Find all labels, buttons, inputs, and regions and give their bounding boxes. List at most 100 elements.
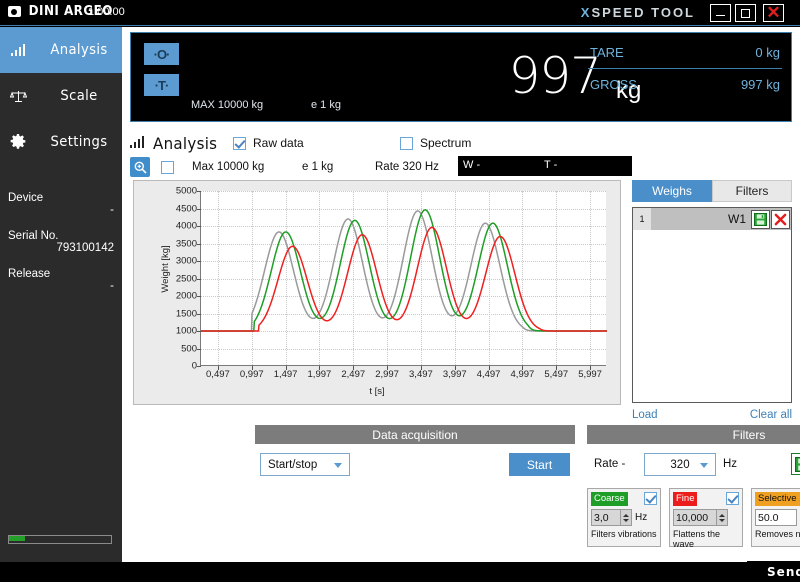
row-index: 1	[633, 208, 651, 230]
minimize-button[interactable]	[710, 4, 731, 22]
y-axis-tick-label: 3500	[176, 238, 197, 249]
raw-data-checkbox[interactable]	[233, 137, 246, 150]
chart-division-label: e 1 kg	[302, 161, 333, 173]
spinner-down-icon	[623, 519, 629, 522]
filter-card-description: Flattens the wave	[673, 529, 739, 549]
filter-card-coarse[interactable]: Coarse 3,0 Hz Filters vibrations	[587, 488, 661, 547]
t-readout: T -	[544, 159, 557, 171]
minimize-icon	[716, 15, 725, 16]
axis-tick-mark	[197, 366, 201, 367]
clear-all-link[interactable]: Clear all	[750, 409, 792, 421]
filter-value-input[interactable]: 10,000	[673, 509, 717, 526]
weight-value: 997	[361, 47, 601, 105]
filter-rate-label: Rate -	[594, 458, 625, 470]
maximize-button[interactable]	[735, 4, 756, 22]
release-label: Release	[8, 268, 114, 280]
filter-rate-unit: Hz	[723, 458, 737, 470]
filter-card-checkbox[interactable]	[644, 492, 657, 505]
filter-value-input[interactable]: 3,0	[591, 509, 621, 526]
spinner-stepper[interactable]	[621, 509, 632, 526]
spectrum-label: Spectrum	[420, 136, 471, 150]
spectrum-checkbox[interactable]	[400, 137, 413, 150]
filter-card-description: Removes noise	[755, 529, 800, 539]
app-title-x: X	[581, 5, 592, 20]
x-axis-tick-label: 4,997	[511, 369, 535, 380]
chart-plot-area[interactable]: 0500100015002000250030003500400045005000…	[200, 191, 606, 366]
analysis-header: Analysis Raw data Spectrum	[130, 131, 792, 155]
weighs-filters-tabs: Weighs Filters	[632, 180, 792, 202]
filter-card-header: Coarse	[591, 492, 657, 506]
serial-label: Serial No.	[8, 230, 114, 242]
tare-button[interactable]: ·T·	[144, 74, 179, 96]
filter-card-title: Selective 1	[755, 492, 800, 506]
filter-card-value-row: 50.0 Hz	[755, 509, 800, 526]
data-acquisition-panel: Data acquisition Start/stop Start	[255, 425, 575, 444]
filter-card-header: Fine	[673, 492, 739, 506]
filter-card-checkbox[interactable]	[726, 492, 739, 505]
tab-weighs[interactable]: Weighs	[632, 180, 712, 202]
x-axis-tick-label: 2,997	[375, 369, 399, 380]
tare-label: TARE	[590, 45, 624, 60]
floppy-save-icon[interactable]	[791, 453, 800, 475]
raw-data-checkbox-group[interactable]: Raw data	[233, 136, 304, 150]
red-x-delete-icon[interactable]	[771, 210, 790, 229]
app-title-rest: SPEED TOOL	[591, 5, 695, 20]
list-item[interactable]: 1 W1	[633, 208, 791, 230]
close-button[interactable]: ✕	[763, 4, 784, 22]
chart-rate-label: Rate 320 Hz	[375, 161, 439, 173]
filter-value-unit: Hz	[635, 512, 647, 523]
floppy-save-icon[interactable]	[751, 210, 770, 229]
chart-toolbar: Max 10000 kg e 1 kg Rate 320 Hz W - T -	[130, 156, 792, 178]
y-axis-tick-label: 1500	[176, 308, 197, 319]
device-label: Device	[8, 192, 114, 204]
tab-weighs-label: Weighs	[652, 184, 692, 198]
y-axis-tick-label: 500	[181, 343, 197, 354]
filter-card-title: Coarse	[591, 492, 628, 506]
filter-value-input[interactable]: 50.0	[755, 509, 797, 526]
spectrum-checkbox-group[interactable]: Spectrum	[400, 136, 471, 150]
zero-button[interactable]: ·O·	[144, 43, 179, 65]
sidebar-item-label: Scale	[39, 88, 120, 104]
y-axis-tick-label: 1000	[176, 326, 197, 337]
spinner-stepper[interactable]	[717, 509, 728, 526]
zero-icon: ·O·	[154, 47, 170, 62]
device-block: Device -	[8, 192, 114, 216]
serial-block: Serial No. 793100142	[8, 230, 114, 254]
sidebar-item-settings[interactable]: Settings	[0, 119, 122, 165]
send-button[interactable]: Send	[747, 561, 800, 582]
main-content: ·O· ·T· MAX 10000 kg e 1 kg 997 kg TARE …	[122, 27, 800, 562]
chevron-down-icon	[700, 463, 708, 468]
spinner-up-icon	[719, 514, 725, 517]
tab-filters[interactable]: Filters	[712, 180, 792, 202]
y-axis-tick-label: 2500	[176, 273, 197, 284]
app-title: XSPEED TOOL	[581, 5, 695, 20]
filter-card-fine[interactable]: Fine 10,000 Flattens the wave	[669, 488, 743, 547]
weight-display-panel: ·O· ·T· MAX 10000 kg e 1 kg 997 kg TARE …	[130, 32, 792, 122]
weighs-list[interactable]: 1 W1	[632, 207, 792, 403]
progress-fill	[9, 536, 25, 541]
start-button[interactable]: Start	[509, 453, 570, 476]
start-button-label: Start	[527, 458, 552, 472]
y-axis-tick-label: 4000	[176, 221, 197, 232]
send-button-label: Send	[767, 565, 800, 579]
division-label: e 1 kg	[311, 99, 341, 111]
sidebar-item-label: Settings	[39, 134, 120, 150]
acquisition-mode-select[interactable]: Start/stop	[260, 453, 350, 476]
filter-rate-select[interactable]: 320	[644, 453, 716, 476]
gross-row: GROSS 997 kg	[586, 73, 784, 96]
gross-value: 997 kg	[741, 77, 780, 92]
sidebar-item-analysis[interactable]: Analysis	[0, 27, 122, 73]
chart-toolbar-checkbox[interactable]	[161, 161, 174, 174]
x-axis-tick-label: 3,497	[409, 369, 433, 380]
weighs-panel-links: Load Clear all	[632, 409, 792, 421]
close-icon: ✕	[766, 7, 780, 19]
tare-value: 0 kg	[755, 45, 780, 60]
weighs-panel: Weighs Filters 1 W1 Load Clear all	[632, 180, 792, 421]
y-axis-tick-label: 2000	[176, 291, 197, 302]
load-link[interactable]: Load	[632, 409, 658, 421]
filter-card-selective-1[interactable]: Selective 1 50.0 Hz Removes noise	[751, 488, 800, 547]
magnifier-plus-icon[interactable]	[130, 157, 150, 177]
sidebar-item-scale[interactable]: Scale	[0, 73, 122, 119]
spinner-up-icon	[623, 514, 629, 517]
chart-container[interactable]: Weight [kg] 0500100015002000250030003500…	[133, 180, 621, 405]
